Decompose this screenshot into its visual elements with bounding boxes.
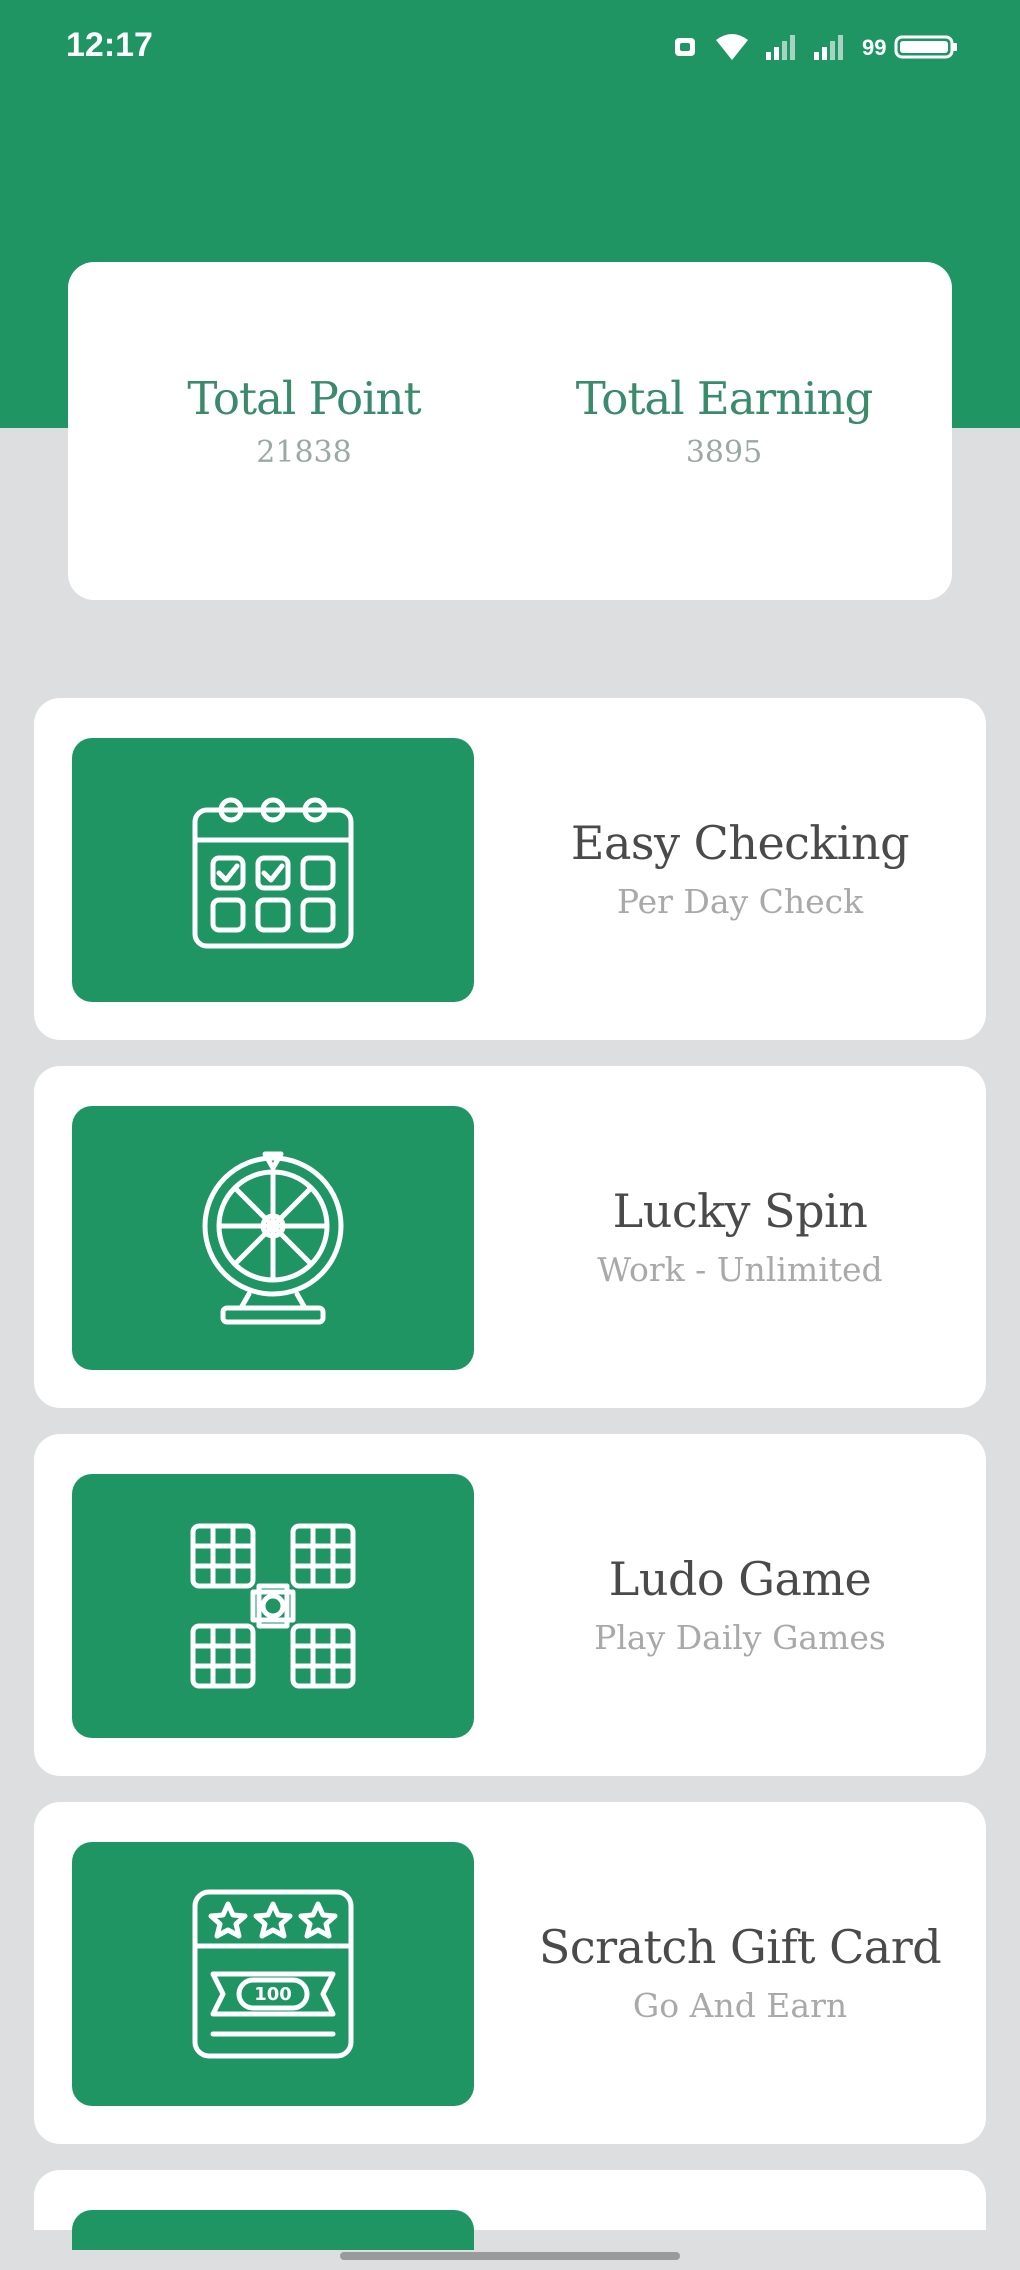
total-earning-stat: Total Earning 3895 (544, 372, 904, 470)
menu-icon-box: 100 (72, 1842, 474, 2106)
battery-text: 99 (862, 35, 886, 60)
menu-subtitle: Go And Earn (632, 1986, 848, 2025)
menu-text: Easy Checking Per Day Check (514, 816, 966, 921)
menu-icon-box (72, 1474, 474, 1738)
spin-wheel-icon (202, 1151, 344, 1325)
battery-icon: 99 (862, 35, 957, 60)
menu-item-easy-checking[interactable]: Easy Checking Per Day Check (34, 698, 986, 1040)
menu-title: Lucky Spin (612, 1184, 868, 1238)
scratch-card-icon: 100 (192, 1889, 354, 2059)
status-bar: 12:17 99 (0, 0, 1020, 96)
signal-icon (766, 35, 795, 60)
menu-subtitle: Work - Unlimited (597, 1250, 883, 1289)
total-point-value: 21838 (256, 435, 352, 470)
menu-icon-box (72, 1106, 474, 1370)
status-icons: 99 (670, 30, 960, 64)
menu-text: Ludo Game Play Daily Games (514, 1552, 966, 1657)
menu-item-ludo-game[interactable]: Ludo Game Play Daily Games (34, 1434, 986, 1776)
signal-icon-2 (814, 35, 843, 60)
total-earning-label: Total Earning (575, 372, 874, 425)
menu-title: Easy Checking (570, 816, 910, 870)
total-earning-value: 3895 (685, 435, 763, 470)
menu-item-lucky-spin[interactable]: Lucky Spin Work - Unlimited (34, 1066, 986, 1408)
menu-text: Scratch Gift Card Go And Earn (514, 1920, 966, 2025)
menu-text: Lucky Spin Work - Unlimited (514, 1184, 966, 1289)
status-time: 12:17 (66, 26, 153, 64)
menu-title: Scratch Gift Card (538, 1920, 942, 1974)
home-indicator[interactable] (340, 2252, 680, 2260)
wifi-icon (716, 34, 748, 60)
total-point-label: Total Point (187, 372, 421, 425)
svg-text:100: 100 (254, 1984, 292, 2005)
notification-icon (675, 38, 695, 56)
stats-card: Total Point 21838 Total Earning 3895 (68, 262, 952, 600)
menu-subtitle: Per Day Check (616, 882, 864, 921)
ludo-board-icon (190, 1523, 356, 1689)
menu-subtitle: Play Daily Games (594, 1618, 886, 1657)
calendar-icon (192, 797, 354, 949)
menu-icon-box (72, 738, 474, 1002)
menu-item-scratch-gift-card[interactable]: 100 Scratch Gift Card Go And Earn (34, 1802, 986, 2144)
menu-title: Ludo Game (608, 1552, 872, 1606)
total-point-stat: Total Point 21838 (124, 372, 484, 470)
menu-icon-box (72, 2210, 474, 2250)
menu-item-partial[interactable] (34, 2170, 986, 2250)
